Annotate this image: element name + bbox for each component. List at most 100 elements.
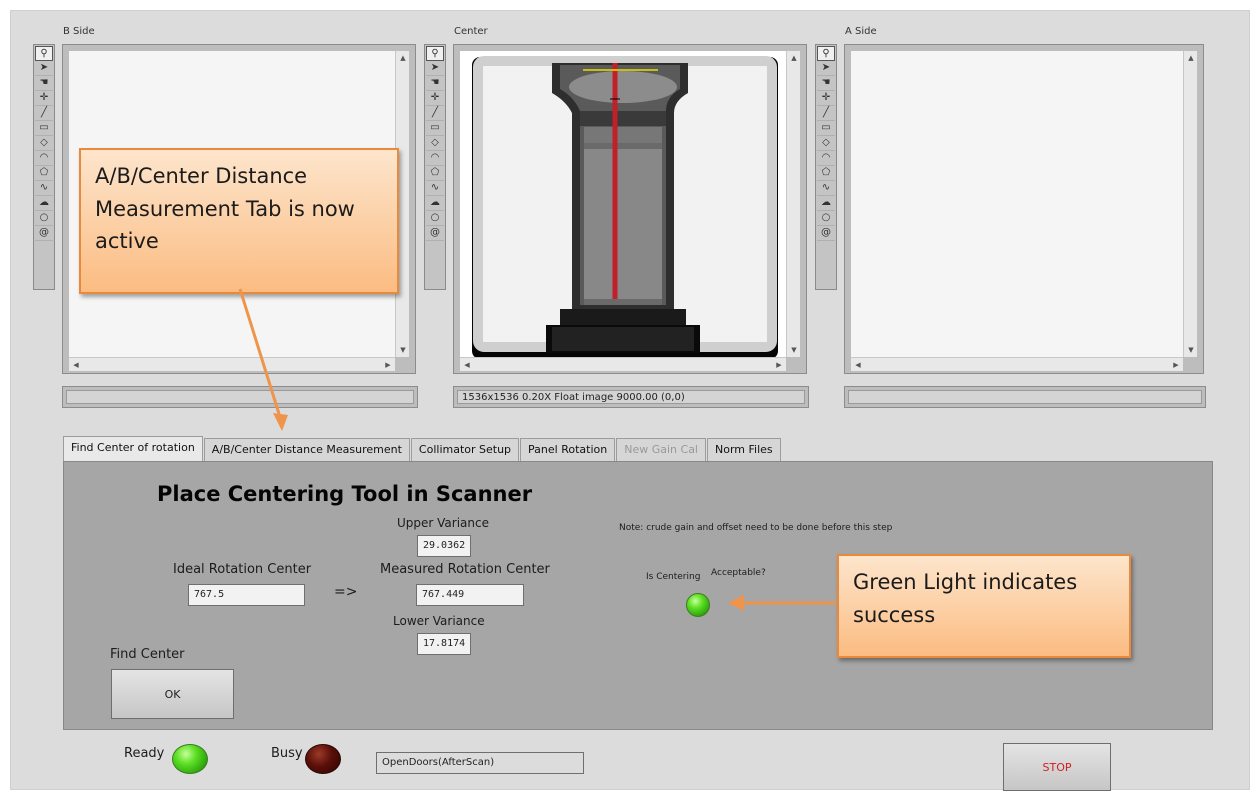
- a-side-image-display[interactable]: ▲ ▼ ◀ ▶: [844, 44, 1204, 374]
- pan-hand-icon[interactable]: ☚: [426, 76, 444, 91]
- tab-collimator-setup[interactable]: Collimator Setup: [410, 438, 520, 462]
- scroll-left-icon[interactable]: ◀: [69, 358, 83, 372]
- b-side-tool-palette[interactable]: ⚲ ➤ ☚ ✛ ╱ ▭ ◇ ◠ ⬠ ∿ ☁ ○ @: [33, 44, 55, 290]
- scroll-down-icon[interactable]: ▼: [787, 343, 801, 357]
- center-vertical-scrollbar[interactable]: ▲ ▼: [786, 51, 800, 357]
- scroll-up-icon[interactable]: ▲: [396, 51, 410, 65]
- scroll-up-icon[interactable]: ▲: [787, 51, 801, 65]
- tab-ab-center-distance-measurement[interactable]: A/B/Center Distance Measurement: [203, 438, 410, 462]
- pan-hand-icon[interactable]: ☚: [817, 76, 835, 91]
- spiral-icon[interactable]: @: [426, 226, 444, 241]
- spiral-icon[interactable]: @: [35, 226, 53, 241]
- line-icon[interactable]: ╱: [817, 106, 835, 121]
- tab-strip: Find Center of rotation A/B/Center Dista…: [63, 436, 782, 463]
- center-tool-palette[interactable]: ⚲ ➤ ☚ ✛ ╱ ▭ ◇ ◠ ⬠ ∿ ☁ ○ @: [424, 44, 446, 290]
- freehand-icon[interactable]: ∿: [426, 181, 444, 196]
- pointer-icon[interactable]: ➤: [817, 61, 835, 76]
- pointer-icon[interactable]: ➤: [35, 61, 53, 76]
- ready-led: [172, 744, 208, 774]
- freehand-region-icon[interactable]: ☁: [35, 196, 53, 211]
- freehand-icon[interactable]: ∿: [817, 181, 835, 196]
- freehand-icon[interactable]: ∿: [35, 181, 53, 196]
- freehand-region-icon[interactable]: ☁: [817, 196, 835, 211]
- center-image-display[interactable]: ▲ ▼ ◀ ▶: [453, 44, 807, 374]
- tab-find-center-of-rotation[interactable]: Find Center of rotation: [63, 436, 203, 463]
- center-status-bar: 1536x1536 0.20X Float image 9000.00 (0,0…: [453, 386, 809, 408]
- centering-acceptable-label-b: Acceptable?: [711, 568, 766, 578]
- b-side-label: B Side: [63, 26, 95, 37]
- oval-icon[interactable]: ○: [817, 211, 835, 226]
- rotated-rect-icon[interactable]: ◇: [817, 136, 835, 151]
- pan-hand-icon[interactable]: ☚: [35, 76, 53, 91]
- centering-acceptable-label-a: Is Centering: [646, 572, 701, 582]
- annulus-icon[interactable]: ◠: [35, 151, 53, 166]
- rotated-rect-icon[interactable]: ◇: [35, 136, 53, 151]
- center-image-area[interactable]: [460, 51, 786, 359]
- scroll-down-icon[interactable]: ▼: [1184, 343, 1198, 357]
- zoom-icon[interactable]: ⚲: [817, 46, 835, 61]
- zoom-icon[interactable]: ⚲: [426, 46, 444, 61]
- tab-norm-files[interactable]: Norm Files: [707, 438, 781, 462]
- a-side-image-area[interactable]: [851, 51, 1183, 357]
- center-horizontal-scrollbar[interactable]: ◀ ▶: [460, 357, 786, 371]
- callout-arrow-icon: [728, 595, 836, 611]
- zoom-icon[interactable]: ⚲: [35, 46, 53, 61]
- crosshair-icon[interactable]: ✛: [817, 91, 835, 106]
- scroll-down-icon[interactable]: ▼: [396, 343, 410, 357]
- crosshair-icon[interactable]: ✛: [426, 91, 444, 106]
- polygon-icon[interactable]: ⬠: [35, 166, 53, 181]
- line-icon[interactable]: ╱: [426, 106, 444, 121]
- a-side-horizontal-scrollbar[interactable]: ◀ ▶: [851, 357, 1183, 371]
- note-text: Note: crude gain and offset need to be d…: [619, 523, 893, 533]
- oval-icon[interactable]: ○: [35, 211, 53, 226]
- rotated-rect-icon[interactable]: ◇: [426, 136, 444, 151]
- a-side-vertical-scrollbar[interactable]: ▲ ▼: [1183, 51, 1197, 357]
- polygon-icon[interactable]: ⬠: [426, 166, 444, 181]
- measured-rotation-center-label: Measured Rotation Center: [380, 562, 550, 577]
- ideal-rotation-center-value: 767.5: [188, 584, 305, 606]
- lower-variance-value: 17.8174: [417, 633, 471, 655]
- find-center-ok-button[interactable]: OK: [111, 669, 234, 719]
- measured-rotation-center-value: 767.449: [416, 584, 524, 606]
- line-icon[interactable]: ╱: [35, 106, 53, 121]
- center-label: Center: [454, 26, 488, 37]
- crosshair-icon[interactable]: ✛: [35, 91, 53, 106]
- spiral-icon[interactable]: @: [817, 226, 835, 241]
- tab-new-gain-cal[interactable]: New Gain Cal: [616, 438, 706, 462]
- ready-label: Ready: [124, 746, 165, 761]
- annulus-icon[interactable]: ◠: [817, 151, 835, 166]
- center-status-text: 1536x1536 0.20X Float image 9000.00 (0,0…: [457, 390, 805, 404]
- tab-active-callout: A/B/Center Distance Measurement Tab is n…: [79, 148, 399, 294]
- callout-arrow-icon: [238, 288, 288, 431]
- a-side-label: A Side: [845, 26, 877, 37]
- oval-icon[interactable]: ○: [426, 211, 444, 226]
- tab-panel-rotation[interactable]: Panel Rotation: [520, 438, 616, 462]
- centering-tool-xray-image: [472, 56, 778, 359]
- busy-led: [305, 744, 341, 774]
- pointer-icon[interactable]: ➤: [426, 61, 444, 76]
- a-side-tool-palette[interactable]: ⚲ ➤ ☚ ✛ ╱ ▭ ◇ ◠ ⬠ ∿ ☁ ○ @: [815, 44, 837, 290]
- scroll-right-icon[interactable]: ▶: [1169, 358, 1183, 372]
- centering-acceptable-led: [686, 593, 710, 617]
- lower-variance-label: Lower Variance: [393, 614, 485, 628]
- freehand-region-icon[interactable]: ☁: [426, 196, 444, 211]
- busy-label: Busy: [271, 746, 303, 761]
- ideal-rotation-center-label: Ideal Rotation Center: [173, 562, 312, 577]
- status-message: OpenDoors(AfterScan): [376, 752, 584, 774]
- rectangle-icon[interactable]: ▭: [426, 121, 444, 136]
- a-side-status-bar: [844, 386, 1206, 408]
- a-side-status-text: [848, 390, 1202, 404]
- scroll-up-icon[interactable]: ▲: [1184, 51, 1198, 65]
- polygon-icon[interactable]: ⬠: [817, 166, 835, 181]
- upper-variance-label: Upper Variance: [397, 516, 489, 530]
- scroll-left-icon[interactable]: ◀: [460, 358, 474, 372]
- arrow-text: =>: [334, 584, 358, 600]
- scroll-left-icon[interactable]: ◀: [851, 358, 865, 372]
- green-light-callout: Green Light indicates success: [837, 554, 1131, 658]
- scroll-right-icon[interactable]: ▶: [772, 358, 786, 372]
- annulus-icon[interactable]: ◠: [426, 151, 444, 166]
- stop-button[interactable]: STOP: [1003, 743, 1111, 791]
- rectangle-icon[interactable]: ▭: [817, 121, 835, 136]
- rectangle-icon[interactable]: ▭: [35, 121, 53, 136]
- scroll-right-icon[interactable]: ▶: [381, 358, 395, 372]
